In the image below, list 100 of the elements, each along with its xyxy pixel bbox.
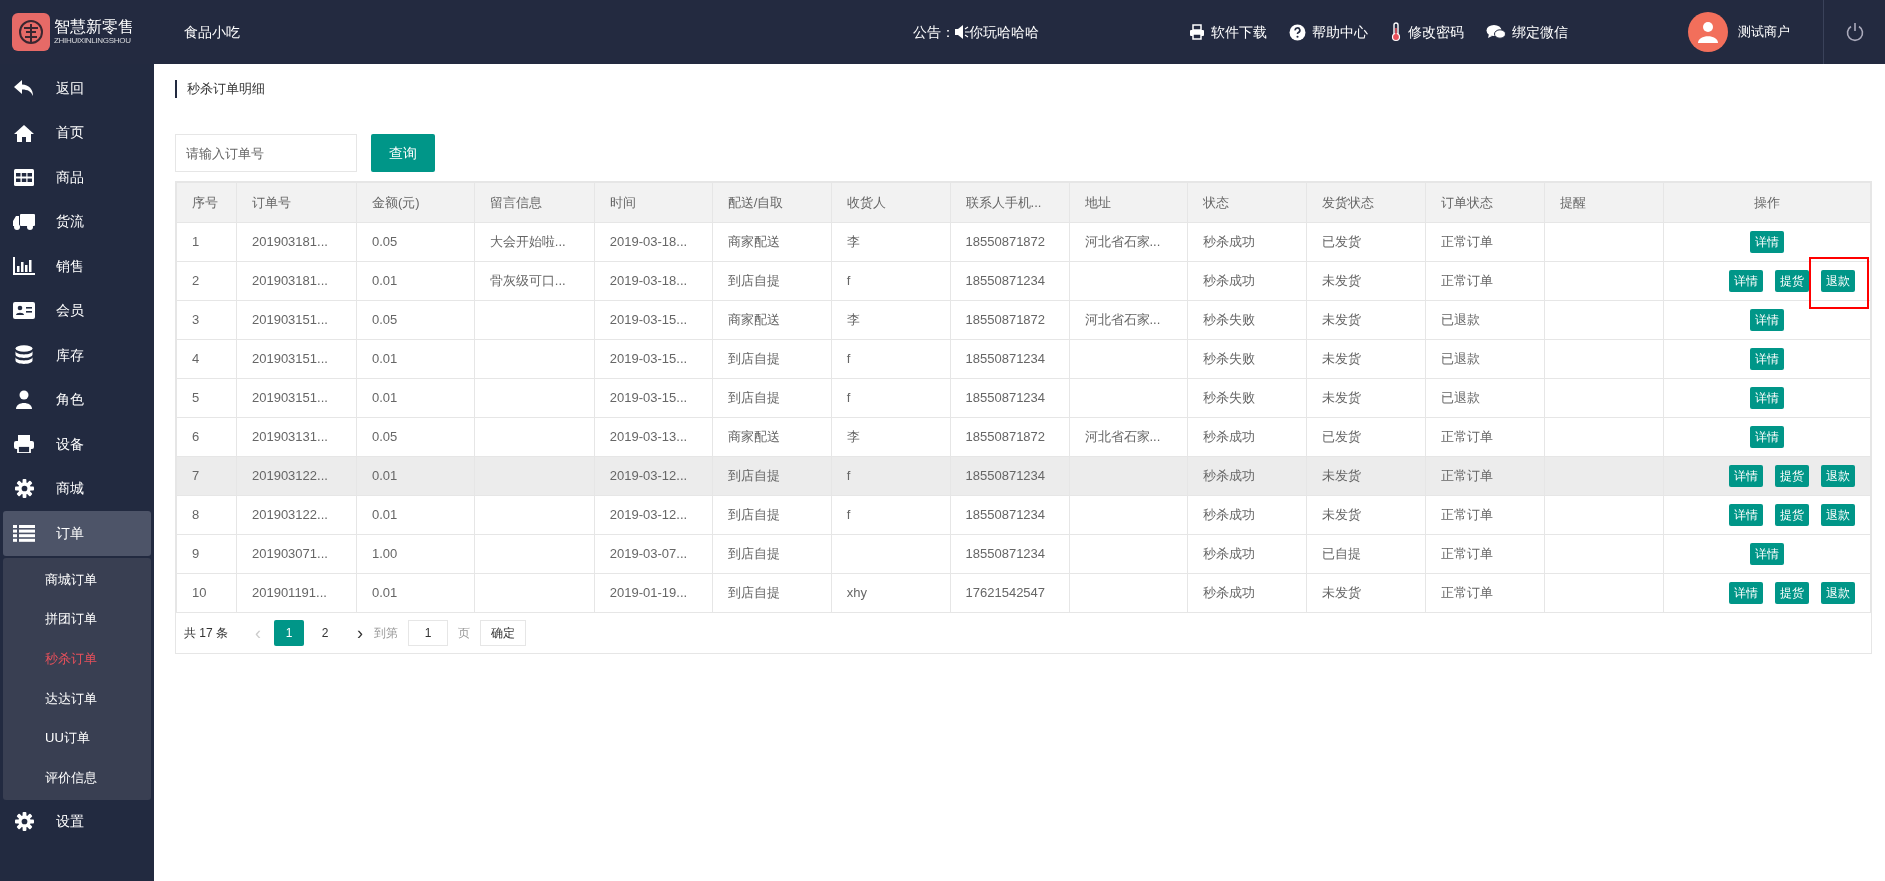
- table-cell: 0.01: [356, 339, 475, 379]
- action-button[interactable]: 详情: [1750, 348, 1784, 370]
- table-cell: 正常订单: [1425, 534, 1545, 574]
- sidebar-item[interactable]: 销售: [0, 244, 154, 289]
- table-cell: 8: [176, 495, 237, 535]
- header-link[interactable]: 软件下载: [1189, 21, 1267, 43]
- sidebar-item[interactable]: 商品: [0, 155, 154, 200]
- settings-icon: [12, 479, 36, 499]
- printer-icon: [12, 435, 36, 454]
- action-button[interactable]: 退款: [1821, 504, 1855, 526]
- submenu-item[interactable]: 商城订单: [3, 559, 151, 600]
- avatar-icon[interactable]: [1688, 12, 1728, 52]
- sidebar-item[interactable]: 设置: [0, 799, 154, 845]
- table-cell: 2019-03-07...: [594, 534, 713, 574]
- action-button[interactable]: 详情: [1750, 426, 1784, 448]
- table-cell: 商家配送: [712, 222, 832, 262]
- table-cell: 已退款: [1425, 300, 1545, 340]
- action-button[interactable]: 提货: [1775, 270, 1809, 292]
- notice-label: 公告：: [913, 22, 955, 42]
- confirm-button[interactable]: 确定: [480, 620, 526, 646]
- table-cell: 9: [176, 534, 237, 574]
- sidebar-item[interactable]: 库存: [0, 333, 154, 378]
- action-button[interactable]: 提货: [1775, 465, 1809, 487]
- column-header: 配送/自取: [712, 182, 832, 223]
- sidebar-item[interactable]: 角色: [0, 377, 154, 422]
- table-cell: 17621542547: [950, 573, 1069, 613]
- table-cell: 河北省石家...: [1069, 222, 1188, 262]
- table-cell: 0.01: [356, 261, 475, 301]
- header-link[interactable]: 绑定微信: [1486, 21, 1568, 43]
- column-header: 订单号: [236, 182, 357, 223]
- sidebar-item[interactable]: 设备: [0, 422, 154, 467]
- action-button[interactable]: 详情: [1729, 582, 1763, 604]
- table-cell: 0.05: [356, 222, 475, 262]
- sidebar-item[interactable]: 商城: [0, 466, 154, 511]
- action-button[interactable]: 详情: [1729, 270, 1763, 292]
- page-button[interactable]: 2: [310, 620, 340, 646]
- table-cell: 未发货: [1306, 300, 1426, 340]
- table-cell: 201903122...: [236, 495, 357, 535]
- table-cell: 0.05: [356, 417, 475, 457]
- action-button[interactable]: 退款: [1821, 465, 1855, 487]
- power-icon[interactable]: [1844, 22, 1865, 42]
- table-cell: 2: [176, 261, 237, 301]
- submenu-item[interactable]: UU订单: [3, 718, 151, 758]
- table-cell: 河北省石家...: [1069, 417, 1188, 457]
- submenu-item[interactable]: 评价信息: [3, 757, 151, 798]
- table-cell: 7: [176, 456, 237, 496]
- header-link[interactable]: 帮助中心: [1289, 21, 1368, 43]
- sidebar-item[interactable]: 会员: [0, 288, 154, 333]
- table-cell: 0.01: [356, 573, 475, 613]
- action-button[interactable]: 提货: [1775, 582, 1809, 604]
- action-button[interactable]: 详情: [1750, 231, 1784, 253]
- user-name[interactable]: 测试商户: [1738, 22, 1790, 42]
- table-cell: f: [831, 495, 951, 535]
- table-cell: 2019-03-18...: [594, 222, 713, 262]
- table-cell: 0.01: [356, 495, 475, 535]
- table-cell: 秒杀成功: [1187, 534, 1307, 574]
- table-cell: 已自提: [1306, 534, 1426, 574]
- sidebar-item[interactable]: 订单: [3, 511, 151, 556]
- sidebar-item[interactable]: 返回: [0, 66, 154, 111]
- action-button[interactable]: 详情: [1729, 504, 1763, 526]
- table-cell: 到店自提: [712, 339, 832, 379]
- query-button[interactable]: 查询: [371, 134, 435, 172]
- action-button[interactable]: 详情: [1729, 465, 1763, 487]
- action-button[interactable]: 提货: [1775, 504, 1809, 526]
- logo-subtitle: ZHIHUIXINLINGSHOU: [54, 37, 132, 45]
- header-link[interactable]: 修改密码: [1390, 21, 1464, 43]
- table-cell: f: [831, 339, 951, 379]
- table-cell: 秒杀成功: [1187, 417, 1307, 457]
- action-button[interactable]: 退款: [1821, 582, 1855, 604]
- page-unit: 页: [458, 625, 470, 642]
- help-icon: [1289, 23, 1306, 41]
- table-cell: 秒杀成功: [1187, 495, 1307, 535]
- thermometer-icon: [1390, 22, 1402, 42]
- logo-title: 智慧新零售: [54, 19, 134, 35]
- order-search-field[interactable]: 请输入订单号: [175, 134, 357, 172]
- column-header: 订单状态: [1425, 182, 1545, 223]
- action-button[interactable]: 详情: [1750, 309, 1784, 331]
- column-header: 收货人: [831, 182, 951, 223]
- truck-icon: [12, 212, 36, 231]
- table-cell: 李: [831, 300, 951, 340]
- submenu-item[interactable]: 达达订单: [3, 678, 151, 719]
- table-cell: 0.05: [356, 300, 475, 340]
- table-cell: 2019-01-19...: [594, 573, 713, 613]
- action-button[interactable]: 退款: [1821, 270, 1855, 292]
- store-name: 食品小吃: [184, 22, 240, 42]
- next-page-button[interactable]: ›: [350, 619, 370, 647]
- sidebar-item[interactable]: 货流: [0, 199, 154, 244]
- sidebar-item[interactable]: 首页: [0, 110, 154, 155]
- column-header: 提醒: [1544, 182, 1664, 223]
- database-icon: [12, 345, 36, 366]
- submenu-item[interactable]: 拼团订单: [3, 599, 151, 639]
- page-number-field[interactable]: 1: [408, 620, 448, 646]
- table-cell: 秒杀成功: [1187, 456, 1307, 496]
- table-cell: 0.01: [356, 378, 475, 418]
- page-button[interactable]: 1: [274, 620, 304, 646]
- speaker-icon: [955, 25, 969, 39]
- action-button[interactable]: 详情: [1750, 387, 1784, 409]
- action-button[interactable]: 详情: [1750, 543, 1784, 565]
- total-count: 共 17 条: [184, 625, 228, 642]
- table-cell: 河北省石家...: [1069, 300, 1188, 340]
